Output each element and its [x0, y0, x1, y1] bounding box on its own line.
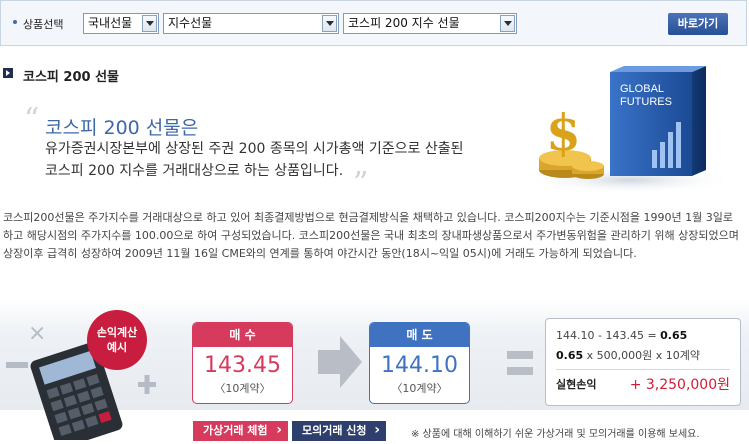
notice-text: ※ 상품에 대해 이해하기 쉬운 가상거래 및 모의거래를 이용해 보세요.	[411, 429, 700, 440]
quote-line: 유가증권시장본부에 상장된 주권 200 종목의 시가총액 기준으로 산출된	[45, 141, 464, 157]
product-select-value: 코스피 200 지수 선물	[348, 16, 460, 30]
badge-line: 손익계산	[96, 326, 138, 339]
equals-icon	[507, 351, 533, 383]
virtual-trade-button[interactable]: 가상거래 체험	[193, 420, 288, 441]
arrow-right-icon	[318, 336, 362, 388]
global-futures-illustration: GLOBAL FUTURES $	[525, 66, 735, 194]
close-quote-icon: ”	[353, 166, 369, 201]
result-divider	[556, 369, 730, 370]
result-line: 0.65 x 500,000원 x 10계약	[556, 349, 700, 362]
category-select-value: 지수선물	[168, 16, 213, 30]
chevron-down-icon[interactable]	[322, 15, 337, 32]
market-select-value: 국내선물	[88, 16, 133, 30]
result-box: 144.10 - 143.45 = 0.65 0.65 x 500,000원 x…	[545, 318, 741, 406]
buy-quantity: 〈10계약〉	[214, 382, 271, 395]
profit-calc-badge: 손익계산 예시	[87, 310, 147, 370]
sell-price: 144.10	[381, 353, 458, 378]
badge-line: 예시	[106, 341, 128, 354]
sell-card: 매 도 144.10 〈10계약〉	[369, 322, 470, 404]
total-value: + 3,250,000원	[629, 377, 730, 393]
dollar-sign-icon: $	[546, 103, 581, 162]
buy-card-header: 매 수	[193, 323, 292, 347]
product-select-label: 상품선택	[12, 18, 64, 31]
sell-quantity: 〈10계약〉	[391, 382, 448, 395]
description-paragraph: 코스피200선물은 주가지수를 거래대상으로 하고 있어 최종결제방법으로 현금…	[3, 211, 739, 260]
plus-icon	[138, 375, 156, 394]
multiply-icon: ×	[28, 321, 46, 346]
product-select[interactable]: 코스피 200 지수 선물	[343, 13, 517, 34]
product-selector-bar: 상품선택 국내선물 지수선물 코스피 200 지수 선물 바로가기	[0, 0, 747, 46]
market-select[interactable]: 국내선물	[83, 13, 159, 34]
result-line: 144.10 - 143.45 = 0.65	[556, 329, 688, 342]
minus-icon	[6, 362, 28, 368]
quote-line: 코스피 200 지수를 거래대상으로 하는 상품입니다.	[45, 163, 344, 179]
illustration-text: GLOBAL	[620, 83, 664, 95]
quote-title: 코스피 200 선물은	[45, 117, 199, 139]
chevron-down-icon[interactable]	[500, 15, 515, 32]
mock-trade-button[interactable]: 모의거래 신청	[292, 420, 386, 441]
section-title: 코스피 200 선물	[23, 70, 119, 85]
buy-price: 143.45	[204, 353, 281, 378]
buy-card: 매 수 143.45 〈10계약〉	[192, 322, 293, 404]
sell-card-header: 매 도	[370, 323, 469, 347]
go-button[interactable]: 바로가기	[668, 13, 728, 35]
illustration-text: FUTURES	[620, 96, 672, 108]
quote-body: 유가증권시장본부에 상장된 주권 200 종목의 시가총액 기준으로 산출된 코…	[45, 138, 464, 182]
result-total: 실현손익 + 3,250,000원	[556, 374, 730, 394]
chevron-down-icon[interactable]	[142, 15, 157, 32]
open-quote-icon: “	[24, 102, 40, 137]
category-select[interactable]: 지수선물	[163, 13, 339, 34]
total-label: 실현손익	[556, 378, 597, 391]
